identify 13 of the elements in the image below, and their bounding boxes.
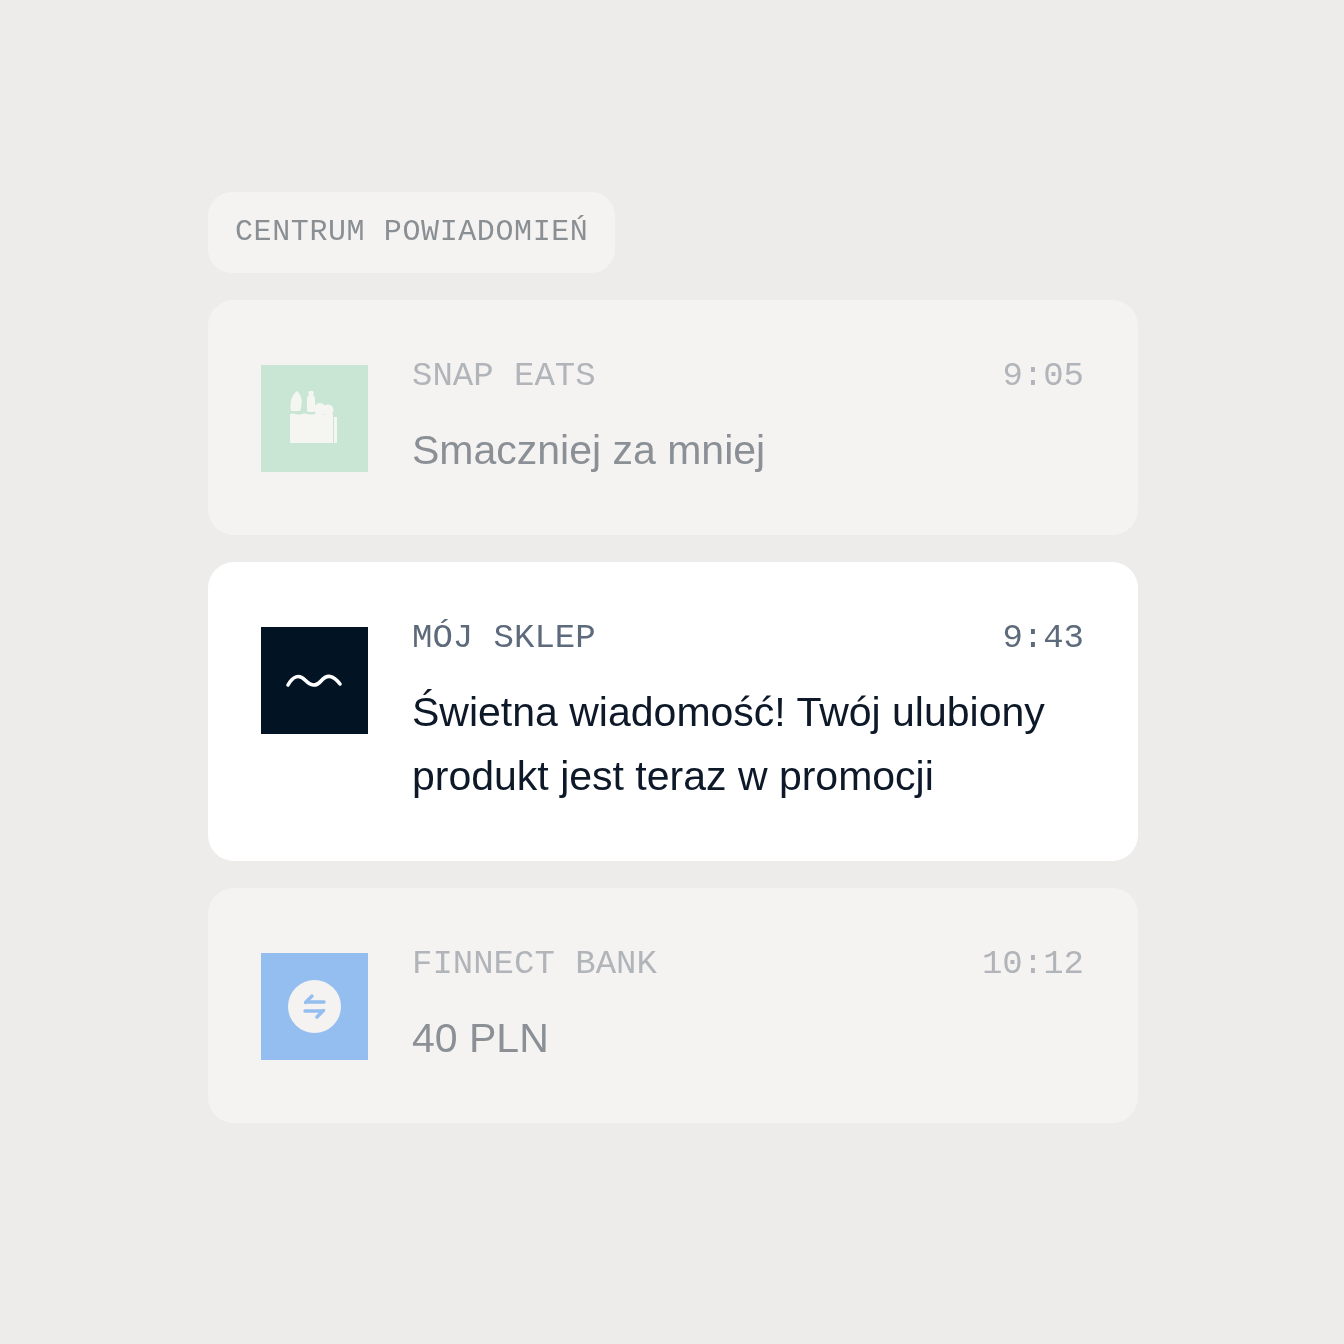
app-name: MÓJ SKLEP [412, 618, 596, 658]
notification-time: 10:12 [981, 944, 1084, 984]
notification-card[interactable]: MÓJ SKLEP 9:43 Świetna wiadomość! Twój ulubiony produkt jest teraz w promocji [208, 562, 1138, 861]
notification-card[interactable]: FINNECT BANK 10:12 40 PLN [208, 888, 1138, 1123]
notification-message: Smaczniej za mniej [412, 426, 767, 475]
notification-card[interactable]: SNAP EATS 9:05 Smaczniej za mniej [208, 300, 1138, 535]
section-title: CENTRUM POWIADOMIEŃ [208, 192, 616, 273]
notification-time: 9:43 [1002, 618, 1084, 658]
notification-time: 9:05 [1002, 356, 1084, 396]
app-name: FINNECT BANK [412, 944, 657, 984]
app-name: SNAP EATS [412, 356, 596, 396]
notification-message: 40 PLN [412, 1014, 550, 1063]
notification-message: Świetna wiadomość! Twój ulubiony produkt jest teraz w promocji [412, 688, 1046, 801]
